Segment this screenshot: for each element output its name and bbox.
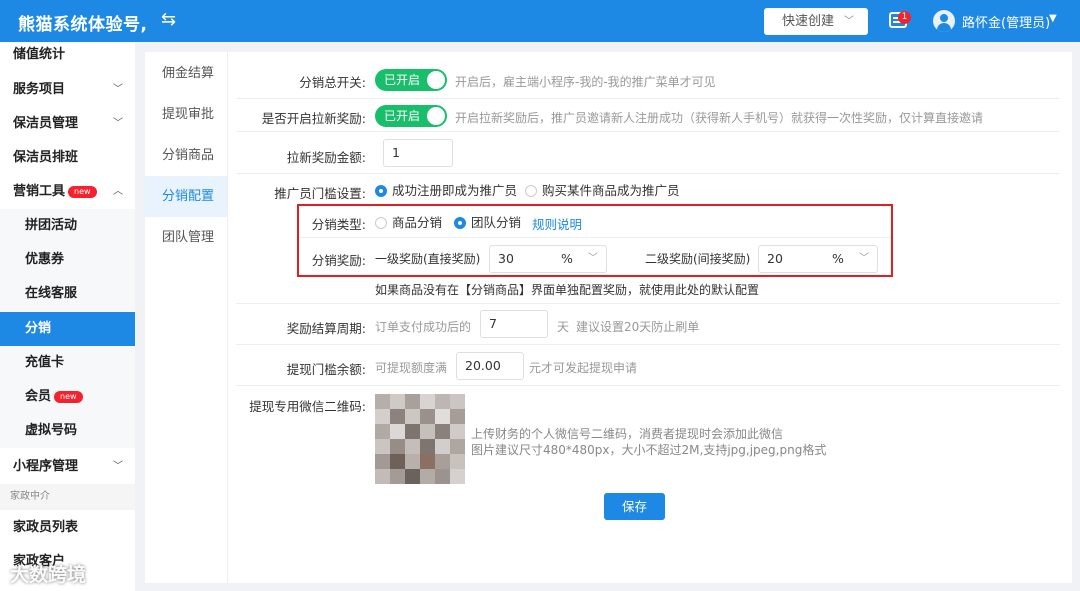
sidebar-item-service-items[interactable]: 服务项目 ﹀: [0, 73, 135, 107]
sidebar: 储值统计 服务项目 ﹀ 保洁员管理 ﹀ 保洁员排班 营销工具 new ︿ 拼团活动 优惠…: [0, 42, 135, 591]
qr-label: 提现专用微信二维码:: [249, 399, 366, 414]
divider: [236, 344, 1060, 345]
save-button[interactable]: 保存: [604, 493, 665, 520]
divider: [236, 98, 1060, 99]
sidebar-group-label: 家政中介: [0, 484, 135, 510]
chevron-down-icon: ﹀: [588, 253, 598, 264]
top-header: 熊猫系统体验号, ⇆ 快速创建 ﹀ 1 路怀金(管理员) ▼: [0, 0, 1080, 42]
settle-cycle-unit: 天: [557, 320, 570, 334]
dist-reward-label: 分销奖励:: [311, 253, 366, 268]
sidebar-item-members[interactable]: 会员 new: [0, 380, 135, 414]
level2-reward-input[interactable]: 20: [758, 245, 827, 273]
level1-reward-label: 一级奖励(直接奖励): [375, 252, 481, 266]
user-avatar-icon[interactable]: [933, 10, 955, 32]
settle-cycle-prefix: 订单支付成功后的: [375, 320, 472, 334]
radio-product-distribution[interactable]: 商品分销: [375, 214, 442, 232]
level1-unit-select[interactable]: % ﹀: [555, 245, 607, 273]
sidebar-item-group-buy[interactable]: 拼团活动: [0, 209, 135, 243]
newuser-switch-hint: 开启拉新奖励后，推广员邀请新人注册成功（获得新人手机号）就获得一次性奖励，仅计算…: [455, 111, 984, 125]
sidebar-item-marketing-tools[interactable]: 营销工具 new ︿: [0, 175, 135, 209]
withdraw-threshold-label: 提现门槛余额:: [286, 362, 366, 377]
tab-commission-settlement[interactable]: 佣金结算: [145, 53, 227, 94]
sidebar-item-coupons[interactable]: 优惠券: [0, 243, 135, 277]
settle-cycle-input[interactable]: 7: [480, 310, 548, 338]
level2-reward-label: 二级奖励(间接奖励): [645, 252, 751, 266]
new-badge: new: [68, 185, 97, 198]
quick-create-dropdown[interactable]: 快速创建 ﹀: [764, 8, 868, 35]
sub-tabs: 佣金结算 提现审批 分销商品 分销配置 团队管理: [145, 52, 228, 583]
settle-cycle-label: 奖励结算周期:: [286, 321, 366, 336]
divider: [299, 237, 891, 238]
withdraw-threshold-suffix: 元才可发起提现申请: [529, 361, 638, 375]
sidebar-item-housekeeper-list[interactable]: 家政员列表: [0, 511, 135, 545]
tab-withdraw-approval[interactable]: 提现审批: [145, 94, 227, 135]
watermark-text: 大数跨境: [10, 564, 87, 586]
settle-cycle-hint: 建议设置20天防止刷单: [576, 320, 700, 334]
qr-code-image[interactable]: [375, 394, 465, 484]
level1-reward-input[interactable]: 30: [489, 245, 556, 273]
withdraw-threshold-input[interactable]: 20.00: [456, 352, 524, 380]
promoter-threshold-label: 推广员门槛设置:: [274, 186, 366, 201]
user-name[interactable]: 路怀金(管理员): [962, 12, 1050, 31]
chevron-down-icon: ﹀: [113, 84, 123, 95]
chevron-down-icon: ﹀: [844, 16, 854, 27]
withdraw-threshold-prefix: 可提现额度满: [375, 361, 448, 375]
master-switch-label: 分销总开关:: [299, 75, 366, 90]
rules-link[interactable]: 规则说明: [532, 214, 582, 233]
level2-unit-select[interactable]: % ﹀: [826, 245, 878, 273]
radio-register-promoter[interactable]: 成功注册即成为推广员: [375, 182, 517, 200]
tab-distribution-config[interactable]: 分销配置: [145, 176, 227, 217]
sidebar-item-cleaner-schedule[interactable]: 保洁员排班: [0, 141, 135, 175]
sidebar-item-recharge-card[interactable]: 充值卡: [0, 346, 135, 380]
divider: [236, 303, 1060, 304]
radio-buy-promoter[interactable]: 购买某件商品成为推广员: [525, 182, 680, 200]
master-switch-hint: 开启后，雇主端小程序-我的-我的推广菜单才可见: [455, 75, 716, 89]
newuser-amount-input[interactable]: 1: [383, 139, 453, 167]
main-panel: 佣金结算 提现审批 分销商品 分销配置 团队管理 分销总开关: 已开启 开启后，…: [145, 52, 1072, 583]
chevron-up-icon: ︿: [113, 186, 123, 197]
divider: [236, 385, 1060, 386]
sidebar-item-online-service[interactable]: 在线客服: [0, 277, 135, 311]
reward-note: 如果商品没有在【分销商品】界面单独配置奖励，就使用此处的默认配置: [375, 283, 760, 297]
chevron-down-icon: ﹀: [113, 461, 123, 472]
tab-team-mgmt[interactable]: 团队管理: [145, 217, 227, 258]
message-count-badge: 1: [898, 11, 911, 24]
radio-team-distribution[interactable]: 团队分销: [454, 214, 521, 232]
divider: [236, 173, 1060, 174]
master-switch-toggle[interactable]: 已开启: [375, 69, 447, 91]
newuser-amount-label: 拉新奖励金额:: [286, 150, 366, 165]
dist-type-label: 分销类型:: [311, 217, 366, 232]
tab-distribution-products[interactable]: 分销商品: [145, 135, 227, 176]
new-badge: new: [54, 390, 83, 403]
qr-hint-line1: 上传财务的个人微信号二维码，消费者提现时会添加此微信: [471, 427, 784, 441]
newuser-switch-label: 是否开启拉新奖励:: [261, 111, 366, 126]
chevron-down-icon: ﹀: [113, 118, 123, 129]
app-title: 熊猫系统体验号,: [18, 15, 148, 35]
qr-hint-line2: 图片建议尺寸480*480px，大小不超过2M,支持jpg,jpeg,png格式: [471, 443, 827, 457]
quick-create-label: 快速创建: [782, 14, 835, 29]
chevron-down-icon: ﹀: [859, 253, 869, 264]
sidebar-item-distribution[interactable]: 分销: [0, 312, 135, 346]
sidebar-item-miniprogram-mgmt[interactable]: 小程序管理 ﹀: [0, 450, 135, 484]
sidebar-item-cleaner-mgmt[interactable]: 保洁员管理 ﹀: [0, 107, 135, 141]
sidebar-item-virtual-number[interactable]: 虚拟号码: [0, 414, 135, 448]
newuser-switch-toggle[interactable]: 已开启: [375, 105, 447, 127]
sidebar-item-stored-value-stats[interactable]: 储值统计: [0, 38, 135, 72]
caret-down-icon[interactable]: ▼: [1049, 13, 1057, 24]
divider: [236, 131, 1060, 132]
toggle-sidebar-icon[interactable]: ⇆: [161, 9, 176, 30]
